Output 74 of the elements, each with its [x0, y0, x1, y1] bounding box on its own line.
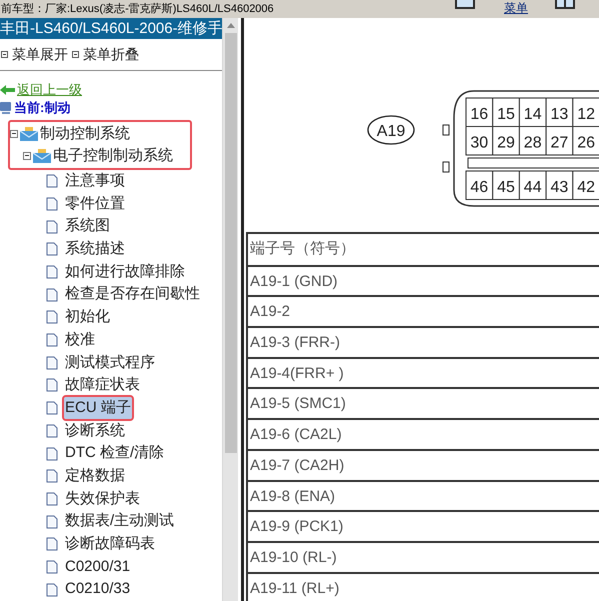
- tree-item[interactable]: ECU 端子: [64, 396, 132, 420]
- document-icon: [46, 333, 58, 348]
- document-icon: [46, 537, 58, 552]
- tree-item[interactable]: C0200/31: [64, 556, 132, 578]
- computer-icon: [0, 100, 12, 115]
- document-icon: [46, 582, 58, 597]
- tree-item[interactable]: 失效保护表: [64, 488, 141, 510]
- table-cell: A19-2: [248, 295, 599, 326]
- tree-item[interactable]: 系统图: [64, 215, 111, 238]
- connector-label: A19: [367, 115, 415, 145]
- envelope-icon: [32, 148, 52, 164]
- connector-drawing: 16 15 14 13 12 30 29 28 27 26 46 45 44 43 42: [442, 90, 599, 207]
- tree-item[interactable]: 测试模式程序: [64, 352, 156, 374]
- document-icon: [46, 424, 58, 438]
- tree-item[interactable]: DTC 检查/清除: [64, 442, 166, 465]
- tree-item[interactable]: 故障症状表: [64, 374, 141, 397]
- tree-item[interactable]: 数据表/主动测试: [64, 510, 176, 533]
- manual-title: 丰田-LS460/LS460L-2006-维修手: [0, 18, 222, 40]
- tree-item[interactable]: 诊断系统: [64, 420, 126, 442]
- document-icon: [46, 401, 58, 416]
- document-icon: [46, 220, 58, 234]
- window-icon[interactable]: [455, 0, 475, 9]
- table-header-cell-text: 端子号（符号）: [249, 239, 356, 259]
- document-icon: [46, 174, 58, 188]
- envelope-icon: [19, 126, 39, 142]
- window-icon[interactable]: [555, 0, 575, 9]
- table-cell: A19-4(FRR+ ): [248, 356, 599, 388]
- table-cell: A19-1 (GND): [248, 264, 599, 296]
- collapse-icon[interactable]: [23, 152, 31, 160]
- document-icon: [46, 242, 58, 256]
- back-link[interactable]: 返回上一级: [17, 80, 82, 100]
- document-icon: [46, 378, 58, 392]
- tree-item[interactable]: 校准: [64, 328, 96, 352]
- document-icon: [46, 288, 58, 302]
- document-icon: [46, 310, 58, 324]
- document-icon: [46, 560, 58, 574]
- document-icon: [46, 265, 58, 280]
- menu-action-link[interactable]: 菜单展开: [12, 44, 68, 66]
- table-cell: A19-11 (RL+): [248, 572, 599, 601]
- model-text: 前车型：厂家:Lexus(凌志-雷克萨斯)LS460L/LS4602006: [0, 4, 274, 14]
- current-location: 当前:制动: [14, 99, 70, 118]
- table-cell: A19-5 (SMC1): [248, 387, 599, 418]
- tree-item[interactable]: 检查是否存在间歇性: [64, 283, 201, 306]
- document-icon: [46, 446, 58, 461]
- scroll-thumb[interactable]: [224, 33, 236, 453]
- tree-item[interactable]: 定格数据: [64, 464, 126, 488]
- table-cell: A19-3 (FRR-): [248, 326, 599, 357]
- menu-link[interactable]: 菜单: [504, 2, 528, 14]
- tree-item[interactable]: 系统描述: [64, 238, 126, 261]
- table-cell: A19-6 (CA2L): [248, 418, 599, 449]
- scrollbar[interactable]: [222, 18, 238, 601]
- tree-item[interactable]: 诊断故障码表: [64, 533, 156, 556]
- tree-item[interactable]: 注意事项: [64, 170, 126, 193]
- collapse-icon[interactable]: [10, 130, 18, 138]
- scroll-up-icon[interactable]: [226, 23, 234, 28]
- tree-toggle-icon: [1, 51, 8, 58]
- document-icon: [46, 356, 58, 370]
- document-icon: [46, 492, 58, 506]
- tree-folder-item[interactable]: 制动控制系统: [40, 122, 130, 146]
- table-cell: A19-10 (RL-): [248, 540, 599, 572]
- document-icon: [46, 196, 58, 211]
- tree-item[interactable]: 初始化: [64, 306, 111, 329]
- back-arrow-icon: [0, 84, 15, 95]
- tree-toggle-icon: [72, 51, 79, 58]
- table-cell: A19-7 (CA2H): [248, 448, 599, 480]
- tree-folder-item[interactable]: 电子控制制动系统: [53, 144, 173, 168]
- tree-item[interactable]: 零件位置: [64, 192, 126, 216]
- tree-item[interactable]: C0210/33: [64, 578, 132, 601]
- document-icon: [46, 514, 58, 529]
- tree-item[interactable]: 如何进行故障排除: [64, 260, 186, 284]
- table-cell: A19-8 (ENA): [248, 480, 599, 510]
- table-cell: A19-9 (PCK1): [248, 510, 599, 541]
- document-icon: [46, 469, 58, 484]
- menu-action-link[interactable]: 菜单折叠: [83, 44, 139, 66]
